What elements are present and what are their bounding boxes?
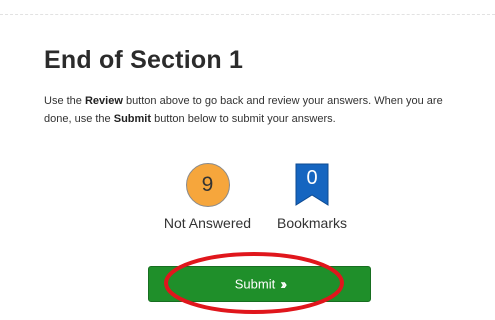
top-divider <box>0 14 495 15</box>
bookmark-icon: 0 <box>294 163 330 207</box>
instructions-part1: Use the <box>44 95 85 107</box>
review-keyword: Review <box>84 95 123 107</box>
bookmarks-label: Bookmarks <box>276 215 348 231</box>
submit-button-label: Submit <box>234 276 276 292</box>
submit-keyword: Submit <box>113 113 152 125</box>
bookmarks-count: 0 <box>306 167 318 189</box>
instructions-text: Use the Review button above to go back a… <box>44 92 464 128</box>
not-answered-stat[interactable]: 9 Not Answered <box>160 163 255 231</box>
double-chevron-right-icon: ›› <box>280 275 287 293</box>
end-of-section-page: End of Section 1 Use the Review button a… <box>0 0 495 320</box>
not-answered-count-badge: 9 <box>185 163 230 207</box>
bookmarks-stat[interactable]: 0 Bookmarks <box>272 163 352 231</box>
instructions-part3: button below to submit your answers. <box>151 113 336 125</box>
page-title: End of Section 1 <box>44 46 244 74</box>
submit-button[interactable]: Submit ›› <box>148 266 371 302</box>
not-answered-label: Not Answered <box>163 215 252 231</box>
